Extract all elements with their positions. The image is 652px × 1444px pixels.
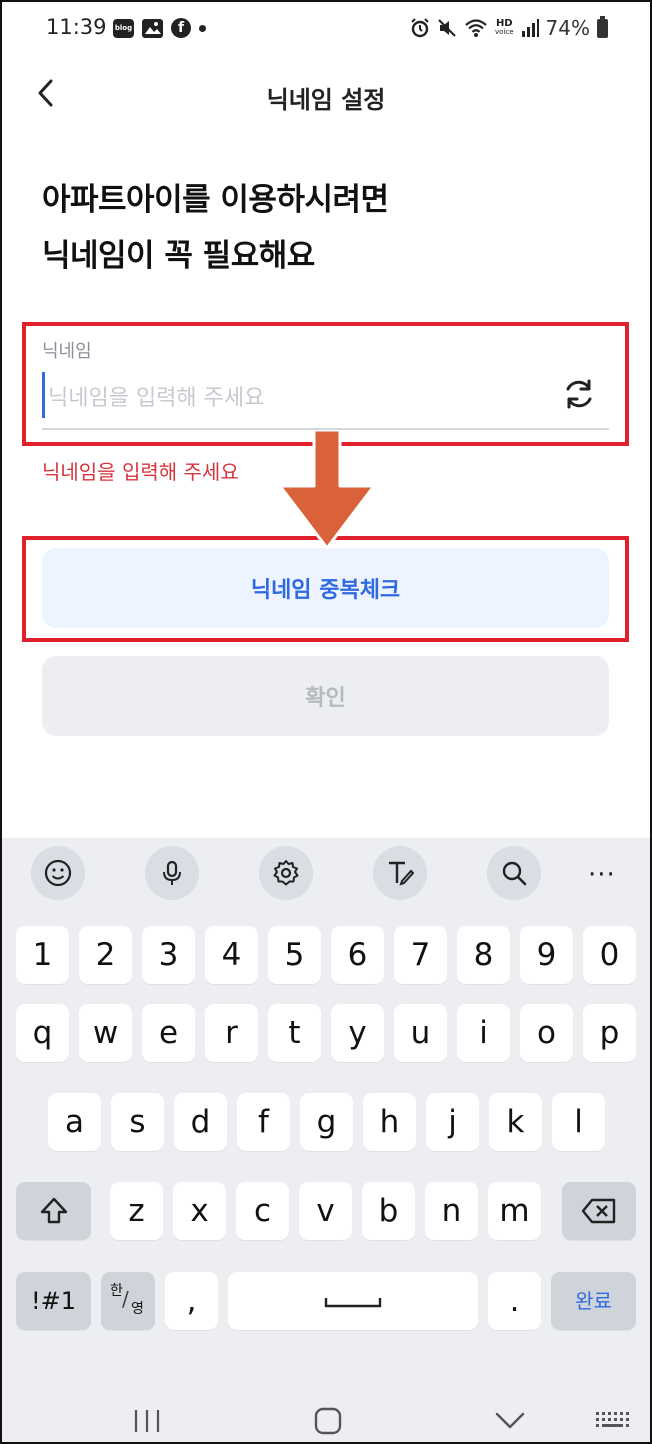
recent-apps-icon[interactable] xyxy=(131,1408,163,1434)
key-8[interactable]: 8 xyxy=(457,926,510,984)
heading-line-1: 아파트아이를 이용하시려면 xyxy=(42,182,389,218)
nickname-input[interactable] xyxy=(48,378,548,418)
more-icon[interactable]: ··· xyxy=(588,860,616,890)
key-a[interactable]: a xyxy=(48,1093,101,1151)
key-1[interactable]: 1 xyxy=(16,926,69,984)
key-h[interactable]: h xyxy=(363,1093,416,1151)
key-m[interactable]: m xyxy=(488,1182,541,1240)
key-0[interactable]: 0 xyxy=(583,926,636,984)
heading: 아파트아이를 이용하시려면 닉네임이 꼭 필요해요 xyxy=(42,172,389,284)
home-icon[interactable] xyxy=(313,1407,343,1435)
key-j[interactable]: j xyxy=(426,1093,479,1151)
comma-key[interactable]: , xyxy=(165,1272,218,1330)
search-icon[interactable] xyxy=(487,846,541,900)
facebook-icon: f xyxy=(171,18,191,38)
key-k[interactable]: k xyxy=(489,1093,542,1151)
gallery-icon xyxy=(142,18,163,38)
backspace-key[interactable] xyxy=(562,1182,636,1240)
heading-line-2: 닉네임이 꼭 필요해요 xyxy=(42,238,315,274)
key-y[interactable]: y xyxy=(331,1004,384,1062)
alarm-icon xyxy=(411,18,429,38)
key-n[interactable]: n xyxy=(425,1182,478,1240)
key-s[interactable]: s xyxy=(111,1093,164,1151)
status-bar: 11:39 blog f HD voice 74% xyxy=(0,0,652,60)
key-3[interactable]: 3 xyxy=(142,926,195,984)
status-right-icons: HD voice 74% xyxy=(410,15,608,40)
signal-icon xyxy=(521,19,539,37)
keyboard: ··· 1234567890 qwertyuiop asdfghjkl zxcv… xyxy=(0,838,652,1444)
key-p[interactable]: p xyxy=(583,1004,636,1062)
space-icon xyxy=(324,1298,382,1308)
key-2[interactable]: 2 xyxy=(79,926,132,984)
key-4[interactable]: 4 xyxy=(205,926,258,984)
key-u[interactable]: u xyxy=(394,1004,447,1062)
keyboard-toolbar: ··· xyxy=(0,838,652,910)
key-w[interactable]: w xyxy=(79,1004,132,1062)
done-key[interactable]: 완료 xyxy=(551,1272,636,1330)
key-i[interactable]: i xyxy=(457,1004,510,1062)
backspace-icon xyxy=(581,1198,616,1224)
navigation-bar xyxy=(0,1398,652,1444)
key-e[interactable]: e xyxy=(142,1004,195,1062)
battery-icon xyxy=(597,15,608,38)
lang-divider-icon: / xyxy=(122,1287,129,1311)
key-c[interactable]: c xyxy=(236,1182,289,1240)
space-key[interactable] xyxy=(228,1272,478,1330)
handwriting-icon[interactable] xyxy=(373,846,427,900)
wifi-icon xyxy=(465,19,487,37)
mute-icon xyxy=(438,19,456,37)
status-time: 11:39 xyxy=(46,15,107,39)
blog-icon: blog xyxy=(113,18,134,38)
key-7[interactable]: 7 xyxy=(394,926,447,984)
key-v[interactable]: v xyxy=(299,1182,352,1240)
key-g[interactable]: g xyxy=(300,1093,353,1151)
error-message: 닉네임을 입력해 주세요 xyxy=(42,460,239,484)
lang-top: 한 xyxy=(110,1283,123,1299)
key-q[interactable]: q xyxy=(16,1004,69,1062)
dot-icon xyxy=(199,24,206,32)
refresh-icon[interactable] xyxy=(559,374,599,414)
key-6[interactable]: 6 xyxy=(331,926,384,984)
text-caret xyxy=(42,372,45,418)
nickname-duplicate-check-button[interactable]: 닉네임 중복체크 xyxy=(42,548,609,628)
settings-icon[interactable] xyxy=(259,846,313,900)
mic-icon[interactable] xyxy=(145,846,199,900)
hd-voice-icon: HD voice xyxy=(495,18,514,37)
key-z[interactable]: z xyxy=(110,1182,163,1240)
key-5[interactable]: 5 xyxy=(268,926,321,984)
nickname-label: 닉네임 xyxy=(42,341,92,362)
battery-percent: 74% xyxy=(545,16,590,40)
shift-key[interactable] xyxy=(16,1182,91,1240)
language-toggle-key[interactable]: 한 / 영 xyxy=(101,1272,155,1330)
key-l[interactable]: l xyxy=(552,1093,605,1151)
lang-bottom: 영 xyxy=(131,1301,144,1317)
status-left-icons: blog f xyxy=(113,18,206,38)
confirm-button[interactable]: 확인 xyxy=(42,656,609,736)
keyboard-toggle-icon[interactable] xyxy=(594,1410,632,1434)
symbols-key[interactable]: !#1 xyxy=(16,1272,91,1330)
key-o[interactable]: o xyxy=(520,1004,573,1062)
key-x[interactable]: x xyxy=(173,1182,226,1240)
shift-icon xyxy=(40,1197,67,1224)
emoji-icon[interactable] xyxy=(31,846,85,900)
period-key[interactable]: . xyxy=(488,1272,541,1330)
key-d[interactable]: d xyxy=(174,1093,227,1151)
key-r[interactable]: r xyxy=(205,1004,258,1062)
nickname-field[interactable] xyxy=(42,368,609,430)
page-title: 닉네임 설정 xyxy=(266,86,386,114)
key-t[interactable]: t xyxy=(268,1004,321,1062)
back-icon[interactable] xyxy=(494,1410,526,1432)
key-b[interactable]: b xyxy=(362,1182,415,1240)
annotation-arrow-icon xyxy=(280,430,374,550)
key-f[interactable]: f xyxy=(237,1093,290,1151)
key-9[interactable]: 9 xyxy=(520,926,573,984)
